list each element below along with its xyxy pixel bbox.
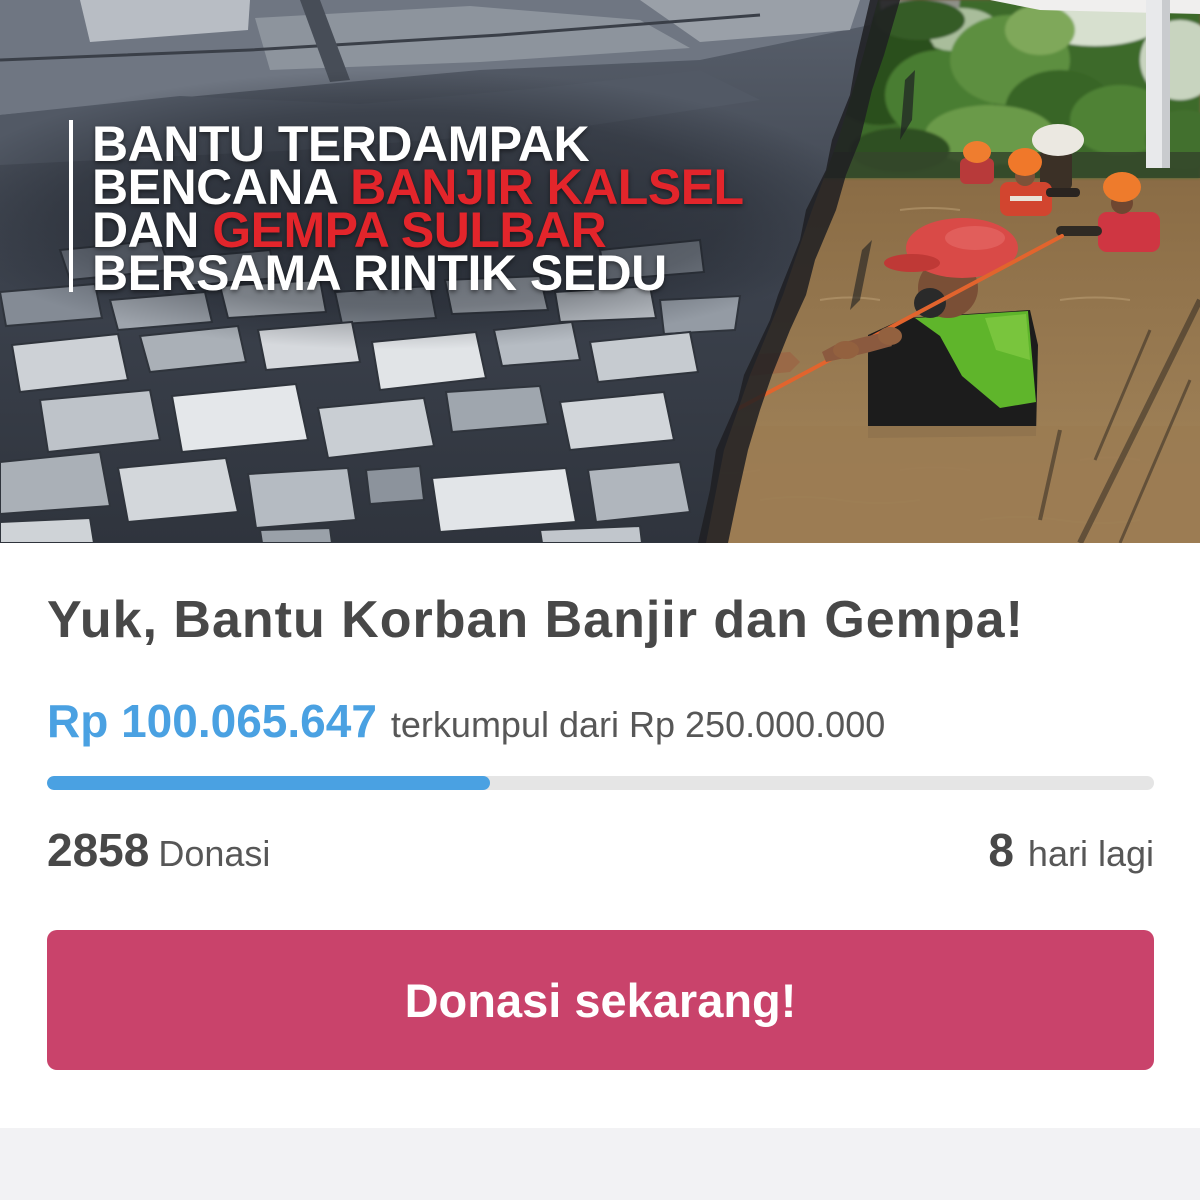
amount-collected: Rp 100.065.647: [47, 695, 377, 747]
campaign-page: BANTU TERDAMPAK BENCANA BANJIR KALSEL DA…: [0, 0, 1200, 1200]
tree-canopy: [1005, 5, 1075, 55]
collected-label: terkumpul dari: [390, 704, 619, 745]
donate-now-button[interactable]: Donasi sekarang!: [47, 930, 1154, 1070]
rubble-chunk: [38, 388, 162, 454]
campaign-banner: BANTU TERDAMPAK BENCANA BANJIR KALSEL DA…: [0, 0, 1200, 543]
rescuer-vest: [1098, 212, 1160, 252]
target-amount: Rp 250.000.000: [629, 704, 886, 745]
helmet: [963, 141, 991, 163]
rubble-chunk: [246, 466, 358, 530]
progress-bar: [47, 776, 1154, 790]
gate-pole-shadow: [1162, 0, 1170, 168]
rubble-chunk: [0, 516, 96, 543]
rubble-chunk: [430, 466, 578, 534]
rubble-chunk: [444, 384, 550, 434]
rubble-chunk: [258, 526, 334, 543]
rubble-chunk: [170, 382, 310, 454]
donation-count-stat: 2858 Donasi: [47, 827, 270, 877]
rescuer-hand: [878, 327, 902, 345]
days-left: 8: [988, 824, 1014, 876]
days-left-stat: 8 hari lagi: [988, 827, 1154, 877]
cap-brim: [884, 254, 940, 272]
rescuer-figure: [960, 141, 994, 184]
vest-stripe: [1010, 196, 1042, 201]
banner-headline: BANTU TERDAMPAK BENCANA BANJIR KALSEL DA…: [92, 119, 744, 298]
rescuer-arm: [1046, 188, 1080, 197]
headline-text: BERSAMA RINTIK SEDU: [92, 245, 667, 301]
rubble-chunk: [586, 460, 692, 524]
headline-line-4: BERSAMA RINTIK SEDU: [92, 248, 744, 298]
progress-bar-fill: [47, 776, 491, 790]
rubble-chunk: [116, 456, 240, 524]
rubble-chunk: [538, 524, 644, 543]
funding-target: terkumpul dari Rp 250.000.000: [391, 704, 885, 745]
rubble-chunk: [558, 390, 676, 452]
donation-count: 2858: [47, 824, 150, 876]
days-left-label: hari lagi: [1027, 833, 1154, 874]
rubble-chunk: [588, 330, 700, 384]
donate-now-label: Donasi sekarang!: [404, 973, 797, 1027]
helmet: [1008, 148, 1042, 176]
rubble-chunk: [364, 464, 426, 506]
rescuer-hand: [833, 341, 859, 359]
cap-highlight: [945, 226, 1005, 250]
sack: [1032, 124, 1084, 156]
donation-count-label: Donasi: [158, 833, 271, 874]
campaign-title: Yuk, Bantu Korban Banjir dan Gempa!: [47, 591, 1024, 649]
bottom-bar: [0, 1128, 1200, 1200]
funding-summary: Rp 100.065.647 terkumpul dari Rp 250.000.…: [47, 698, 885, 748]
headline-accent-bar: [69, 120, 73, 292]
helmet: [1103, 172, 1141, 202]
rubble-chunk: [0, 450, 112, 516]
